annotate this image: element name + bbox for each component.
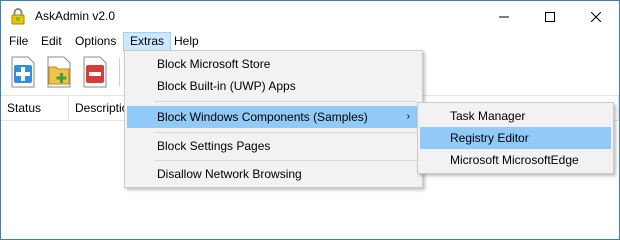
menu-block-microsoft-store[interactable]: Block Microsoft Store [127,53,420,75]
menu-bar: File Edit Options Extras Help [1,32,619,52]
submenu-registry-editor[interactable]: Registry Editor [420,127,611,149]
menu-separator [155,101,417,102]
remove-button[interactable] [81,56,109,88]
submenu-task-manager[interactable]: Task Manager [420,105,611,127]
menu-separator [155,160,417,161]
close-icon [591,11,601,22]
menu-disallow-network-browsing[interactable]: Disallow Network Browsing [127,163,420,185]
title-bar[interactable]: AskAdmin v2.0 [1,1,619,32]
menu-block-uwp-apps[interactable]: Block Built-in (UWP) Apps [127,75,420,97]
submenu-arrow-icon: › [406,111,410,122]
menu-options[interactable]: Options [69,32,122,51]
app-window: AskAdmin v2.0 File Edit Options Extras H… [0,0,620,240]
column-status[interactable]: Status [1,96,69,120]
add-button[interactable] [9,56,37,88]
menu-help[interactable]: Help [168,32,205,51]
menu-separator [155,132,417,133]
extras-menu: Block Microsoft Store Block Built-in (UW… [124,50,423,188]
menu-block-settings-pages[interactable]: Block Settings Pages [127,135,420,157]
close-button[interactable] [573,1,619,32]
minimize-button[interactable] [481,1,527,32]
window-title: AskAdmin v2.0 [35,9,116,23]
minimize-icon [499,16,509,17]
add-icon [11,56,35,88]
remove-icon [83,56,107,88]
toolbar-separator [119,58,120,86]
menu-block-windows-components-label: Block Windows Components (Samples) [157,110,368,124]
lock-app-icon [11,8,25,25]
menu-edit[interactable]: Edit [35,32,68,51]
menu-extras[interactable]: Extras [123,32,172,51]
components-submenu: Task Manager Registry Editor Microsoft M… [417,102,614,174]
maximize-button[interactable] [527,1,573,32]
submenu-microsoft-edge[interactable]: Microsoft MicrosoftEdge [420,149,611,171]
add-folder-icon [47,56,71,88]
menu-block-windows-components[interactable]: Block Windows Components (Samples) › [127,106,420,128]
maximize-icon [545,11,555,22]
menu-file[interactable]: File [3,32,34,51]
add-folder-button[interactable] [45,56,73,88]
